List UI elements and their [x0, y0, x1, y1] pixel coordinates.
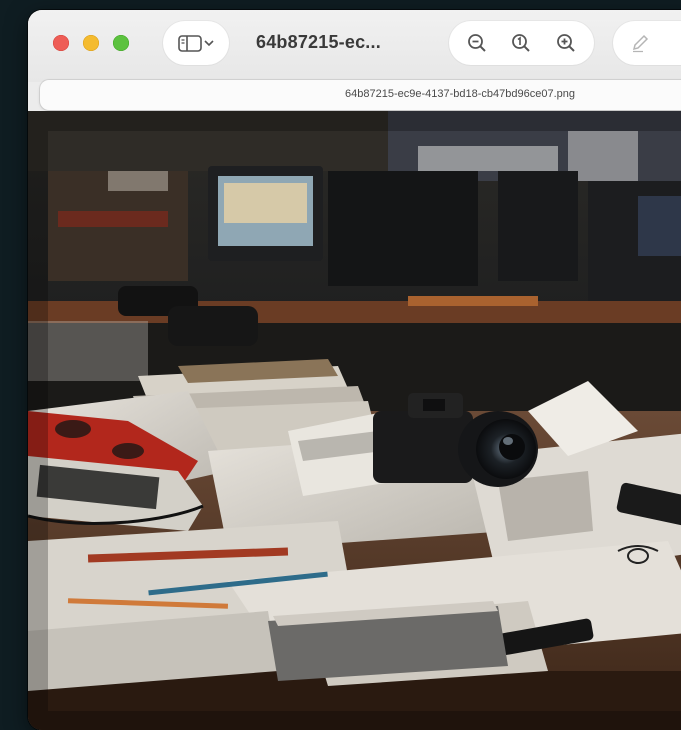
zoom-window-button[interactable]: [113, 35, 129, 51]
document-photo: [28, 111, 681, 730]
filename-label: 64b87215-ec9e-4137-bd18-cb47bd96ce07.png: [345, 88, 575, 100]
window-title: 64b87215-ec...: [256, 32, 381, 52]
sidebar-toggle-icon: [177, 33, 203, 53]
actual-size-icon[interactable]: [510, 32, 532, 54]
zoom-in-icon[interactable]: [555, 32, 577, 54]
filename-bar: 64b87215-ec9e-4137-bd18-cb47bd96ce07.png: [40, 80, 681, 110]
chevron-down-icon: [203, 38, 215, 48]
sidebar-menu-button[interactable]: [163, 21, 229, 65]
zoom-out-icon[interactable]: [466, 32, 488, 54]
image-viewer[interactable]: [28, 111, 681, 730]
preview-window: 64b87215-ec... 64b87215-ec9e-4137-bd18-c…: [28, 10, 681, 730]
markup-pencil-icon: [629, 32, 651, 54]
markup-button[interactable]: [613, 21, 681, 65]
title-bar: 64b87215-ec...: [28, 10, 681, 82]
zoom-controls: [449, 21, 594, 65]
minimize-window-button[interactable]: [83, 35, 99, 51]
close-window-button[interactable]: [53, 35, 69, 51]
